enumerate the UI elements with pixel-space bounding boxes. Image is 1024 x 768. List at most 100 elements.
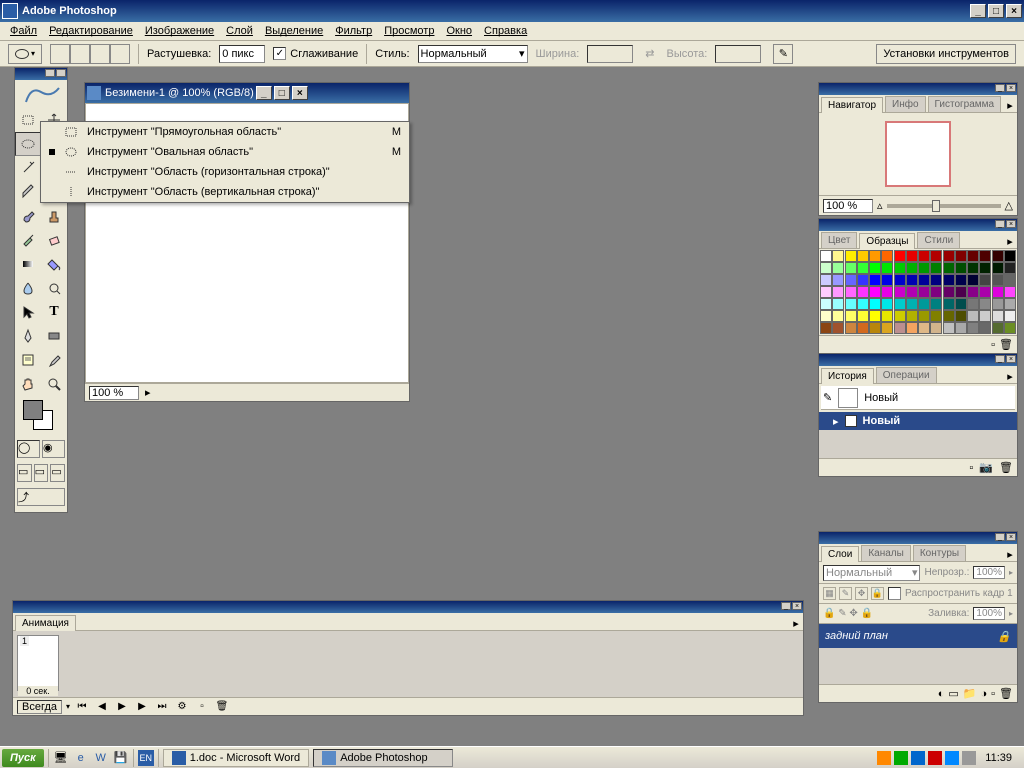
animation-tab[interactable]: Анимация: [15, 615, 76, 631]
tool-presets-button[interactable]: Установки инструментов: [876, 44, 1016, 64]
ql-show-desktop-icon[interactable]: 🖥: [53, 750, 69, 766]
swatch-item[interactable]: [955, 274, 967, 286]
hand-tool[interactable]: [15, 372, 41, 396]
swatch-item[interactable]: [820, 262, 832, 274]
tray-icon-4[interactable]: [928, 751, 942, 765]
taskbar-word[interactable]: 1.doc - Microsoft Word: [163, 749, 309, 767]
panel-minimize-button[interactable]: _: [995, 533, 1005, 541]
swatch-item[interactable]: [979, 274, 991, 286]
flyout-elliptical-marquee[interactable]: Инструмент "Овальная область" M: [41, 142, 409, 162]
swatch-item[interactable]: [918, 274, 930, 286]
brush-tool[interactable]: [15, 204, 41, 228]
clock[interactable]: 11:39: [979, 752, 1018, 764]
panel-menu-button[interactable]: ▸: [1003, 547, 1017, 561]
menu-file[interactable]: Файл: [4, 23, 43, 39]
menu-image[interactable]: Изображение: [139, 23, 220, 39]
swatch-item[interactable]: [967, 250, 979, 262]
swatch-item[interactable]: [918, 298, 930, 310]
ql-ie-icon[interactable]: e: [73, 750, 89, 766]
document-zoom-input[interactable]: 100 %: [89, 386, 139, 400]
new-layer-button[interactable]: ▫: [991, 688, 995, 700]
swatch-item[interactable]: [832, 322, 844, 334]
delete-state-button[interactable]: 🗑: [999, 461, 1013, 474]
swatch-item[interactable]: [979, 250, 991, 262]
panel-minimize-button[interactable]: _: [781, 602, 791, 610]
swatch-item[interactable]: [967, 310, 979, 322]
swatch-item[interactable]: [881, 274, 893, 286]
swatch-item[interactable]: [930, 322, 942, 334]
swatch-item[interactable]: [918, 310, 930, 322]
swatch-item[interactable]: [857, 298, 869, 310]
panel-menu-button[interactable]: ▸: [1003, 98, 1017, 112]
close-button[interactable]: ×: [1006, 4, 1022, 18]
prev-frame-button[interactable]: ◀: [94, 700, 110, 714]
menu-filter[interactable]: Фильтр: [329, 23, 378, 39]
swatch-item[interactable]: [845, 322, 857, 334]
histogram-tab[interactable]: Гистограмма: [928, 96, 1002, 112]
swatch-item[interactable]: [906, 250, 918, 262]
doc-maximize-button[interactable]: □: [274, 86, 290, 100]
swatch-item[interactable]: [857, 262, 869, 274]
swatch-item[interactable]: [918, 322, 930, 334]
swatch-item[interactable]: [832, 250, 844, 262]
swatch-item[interactable]: [967, 298, 979, 310]
delete-layer-button[interactable]: 🗑: [999, 687, 1013, 700]
swatch-item[interactable]: [1004, 322, 1016, 334]
flyout-single-row-marquee[interactable]: Инструмент "Область (горизонтальная стро…: [41, 162, 409, 182]
eyedropper-tool[interactable]: [41, 348, 67, 372]
swatch-item[interactable]: [869, 250, 881, 262]
zoom-in-icon[interactable]: △: [1005, 199, 1013, 212]
swatch-item[interactable]: [955, 250, 967, 262]
swatch-item[interactable]: [881, 298, 893, 310]
swatch-item[interactable]: [992, 274, 1004, 286]
maximize-button[interactable]: □: [988, 4, 1004, 18]
paint-bucket-tool[interactable]: [41, 252, 67, 276]
swatch-item[interactable]: [857, 310, 869, 322]
swatch-item[interactable]: [894, 310, 906, 322]
swatch-item[interactable]: [820, 274, 832, 286]
clone-stamp-tool[interactable]: [41, 204, 67, 228]
dodge-tool[interactable]: [41, 276, 67, 300]
history-state-new[interactable]: ▸ Новый: [819, 412, 1017, 430]
swatch-item[interactable]: [845, 298, 857, 310]
swatch-item[interactable]: [943, 322, 955, 334]
quickmask-mode-button[interactable]: ◉: [42, 440, 65, 458]
swatch-item[interactable]: [992, 310, 1004, 322]
selection-new-button[interactable]: [50, 44, 70, 64]
menu-edit[interactable]: Редактирование: [43, 23, 139, 39]
menu-help[interactable]: Справка: [478, 23, 533, 39]
swatch-item[interactable]: [906, 262, 918, 274]
panel-minimize-button[interactable]: _: [995, 84, 1005, 92]
swatch-item[interactable]: [857, 250, 869, 262]
path-selection-tool[interactable]: [15, 300, 41, 324]
jump-to-imageready-button[interactable]: ⤴: [17, 488, 65, 506]
swatch-item[interactable]: [979, 298, 991, 310]
swatch-item[interactable]: [918, 250, 930, 262]
swatch-item[interactable]: [967, 286, 979, 298]
swatch-item[interactable]: [992, 250, 1004, 262]
swatch-item[interactable]: [1004, 262, 1016, 274]
channels-tab[interactable]: Каналы: [861, 545, 911, 561]
loop-select[interactable]: Всегда: [17, 700, 62, 714]
background-layer[interactable]: задний план 🔒: [819, 624, 1017, 648]
tween-button[interactable]: ⚙: [174, 700, 190, 714]
swatch-item[interactable]: [869, 286, 881, 298]
swatch-item[interactable]: [1004, 286, 1016, 298]
info-tab[interactable]: Инфо: [885, 96, 926, 112]
swatch-item[interactable]: [857, 274, 869, 286]
swatch-item[interactable]: [820, 286, 832, 298]
swatch-item[interactable]: [930, 286, 942, 298]
swatch-item[interactable]: [869, 262, 881, 274]
swatch-item[interactable]: [845, 310, 857, 322]
zoom-out-icon[interactable]: ▵: [877, 199, 883, 212]
lock-all-icon[interactable]: 🔒: [871, 587, 884, 600]
brushes-palette-button[interactable]: ✎: [773, 44, 793, 64]
layer-style-button[interactable]: ◐: [938, 688, 945, 700]
swatch-item[interactable]: [992, 298, 1004, 310]
delete-frame-button[interactable]: 🗑: [214, 700, 230, 714]
doc-minimize-button[interactable]: _: [256, 86, 272, 100]
magic-wand-tool[interactable]: [15, 156, 41, 180]
swatch-item[interactable]: [894, 322, 906, 334]
swatch-item[interactable]: [869, 322, 881, 334]
swatch-item[interactable]: [992, 286, 1004, 298]
